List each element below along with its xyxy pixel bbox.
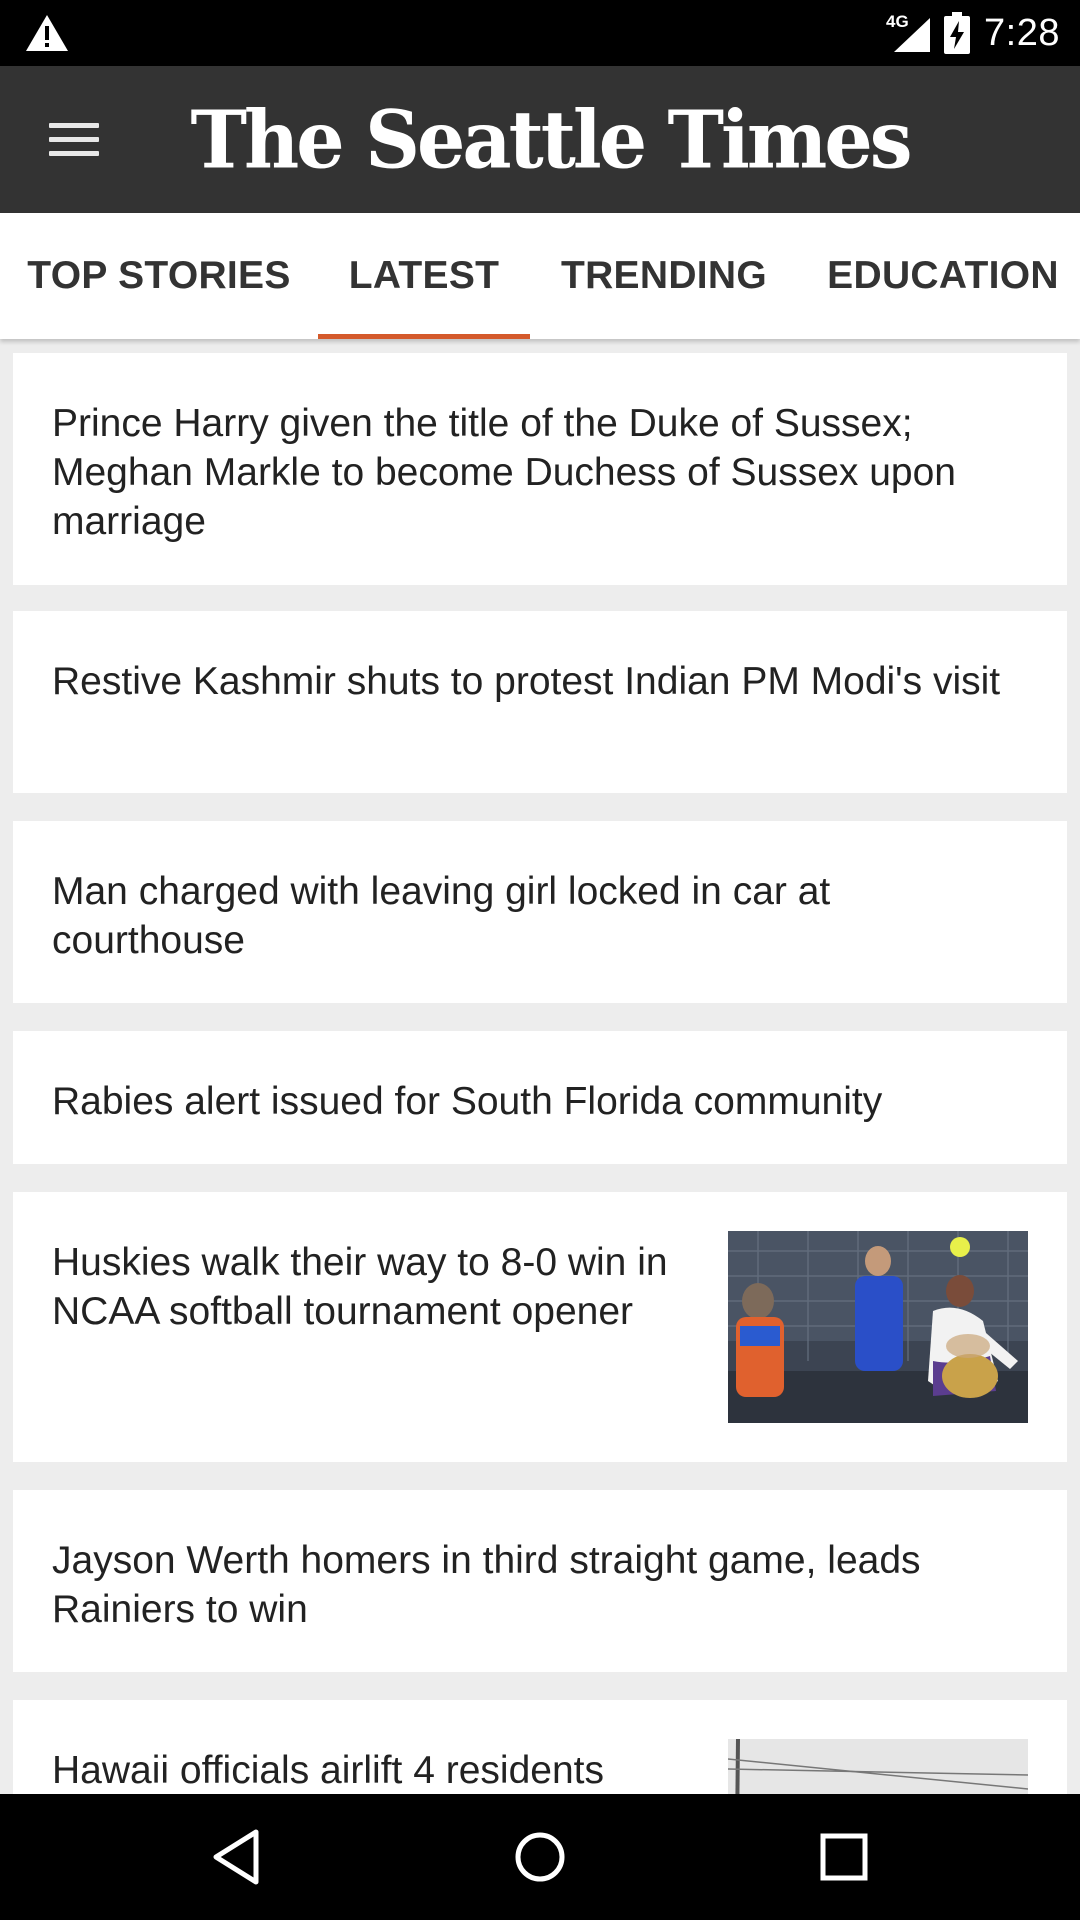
home-icon[interactable] [505, 1822, 575, 1892]
tab-label: TOP STORIES [27, 254, 291, 297]
warning-icon [26, 15, 68, 51]
story-card[interactable]: Huskies walk their way to 8-0 win in NCA… [13, 1192, 1067, 1462]
section-tabs: TOP STORIES LATEST TRENDING EDUCATION [0, 213, 1080, 339]
status-bar: 4G 7:28 [0, 0, 1080, 66]
menu-icon[interactable] [32, 106, 116, 172]
masthead-logo: The Seattle Times [190, 92, 913, 187]
story-thumbnail [728, 1739, 1028, 1794]
tab-latest[interactable]: LATEST [318, 213, 530, 339]
story-card[interactable]: Rabies alert issued for South Florida co… [13, 1031, 1067, 1164]
story-feed: Prince Harry given the title of the Duke… [0, 339, 1080, 1794]
story-card[interactable]: Hawaii officials airlift 4 residents [13, 1700, 1067, 1794]
tab-label: EDUCATION [827, 254, 1059, 297]
tab-trending[interactable]: TRENDING [530, 213, 798, 339]
app-bar: The Seattle Times [0, 66, 1080, 213]
tab-indicator [318, 334, 530, 339]
tab-top-stories[interactable]: TOP STORIES [0, 213, 318, 339]
tab-education[interactable]: EDUCATION [798, 213, 1080, 339]
story-card[interactable]: Prince Harry given the title of the Duke… [13, 353, 1067, 585]
story-headline: Man charged with leaving girl locked in … [52, 870, 831, 962]
tab-label: LATEST [348, 254, 500, 297]
recents-icon[interactable] [809, 1822, 879, 1892]
story-thumbnail [728, 1231, 1028, 1423]
masthead: The Seattle Times [0, 66, 1080, 213]
story-headline: Rabies alert issued for South Florida co… [52, 1080, 883, 1123]
story-headline: Hawaii officials airlift 4 residents [52, 1749, 604, 1792]
system-navigation-bar [0, 1794, 1080, 1920]
tab-label: TRENDING [560, 254, 768, 297]
story-card[interactable]: Man charged with leaving girl locked in … [13, 821, 1067, 1003]
story-headline: Prince Harry given the title of the Duke… [52, 402, 956, 543]
story-headline: Jayson Werth homers in third straight ga… [52, 1539, 921, 1631]
story-card[interactable]: Jayson Werth homers in third straight ga… [13, 1490, 1067, 1672]
story-headline: Huskies walk their way to 8-0 win in NCA… [52, 1241, 668, 1333]
cell-signal-icon: 4G [886, 12, 931, 54]
clock: 7:28 [984, 11, 1060, 54]
battery-charging-icon [944, 12, 971, 54]
story-card[interactable]: Restive Kashmir shuts to protest Indian … [13, 611, 1067, 793]
story-headline: Restive Kashmir shuts to protest Indian … [52, 660, 1001, 703]
back-icon[interactable] [202, 1822, 272, 1892]
